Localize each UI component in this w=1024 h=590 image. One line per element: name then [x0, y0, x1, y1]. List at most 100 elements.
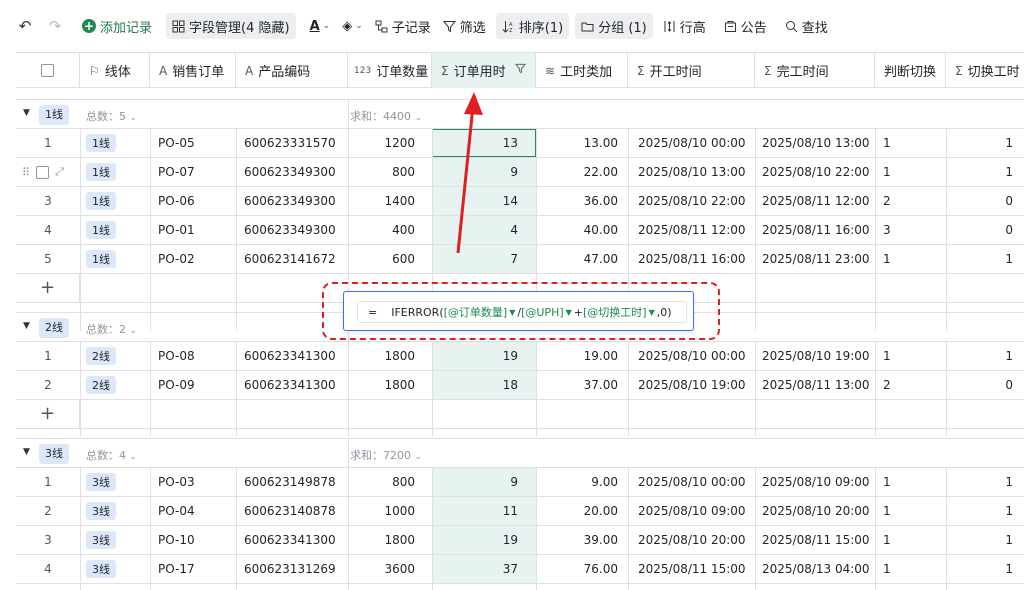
column-header-line[interactable]: ⚐ 线体 — [80, 53, 150, 88]
judge-switch-cell[interactable]: 1 — [875, 468, 946, 496]
end-time-cell[interactable]: 2025/08/11 23:00 — [755, 245, 875, 273]
add-row-button[interactable]: + — [16, 400, 1024, 429]
order-qty-cell[interactable]: 1400 — [348, 187, 432, 215]
line-cell[interactable]: 3线 — [80, 468, 150, 496]
judge-switch-cell[interactable]: 1 — [875, 129, 946, 157]
order-time-cell[interactable]: 9 — [432, 468, 536, 496]
group-count[interactable]: 总数：5 ⌄ — [86, 108, 137, 124]
start-time-cell[interactable]: 2025/08/10 13:00 — [628, 158, 755, 186]
order-qty-cell[interactable]: 600 — [348, 245, 432, 273]
add-record-button[interactable]: + 添加记录 — [76, 13, 158, 39]
drag-handle-icon[interactable]: ⠿ — [22, 166, 30, 179]
end-time-cell[interactable]: 2025/08/10 22:00 — [755, 158, 875, 186]
order-time-cell[interactable]: 19 — [432, 526, 536, 554]
order-qty-cell[interactable]: 400 — [348, 216, 432, 244]
row-checkbox[interactable] — [36, 165, 50, 179]
column-header-order-qty[interactable]: 123 订单数量 — [348, 53, 432, 88]
order-qty-cell[interactable]: 3600 — [348, 555, 432, 583]
order-qty-cell[interactable]: 1800 — [348, 526, 432, 554]
sub-record-button[interactable]: 子记录 — [369, 13, 437, 39]
column-header-order-time[interactable]: Σ 订单用时 — [432, 53, 536, 88]
product-code-cell[interactable]: 600623149878 — [236, 468, 348, 496]
collapse-toggle-icon[interactable]: ▼ — [23, 108, 30, 118]
table-row[interactable]: 1 3线 PO-03 600623149878 800 9 9.00 2025/08/10 0… — [16, 468, 1024, 497]
sales-order-cell[interactable]: PO-10 — [150, 526, 236, 554]
end-time-cell[interactable]: 2025/08/11 16:00 — [755, 216, 875, 244]
judge-switch-cell[interactable]: 1 — [875, 158, 946, 186]
group-header[interactable]: ▼ 1线 总数：5 ⌄ 求和：4400 ⌄ — [16, 99, 1024, 129]
judge-switch-cell[interactable]: 1 — [875, 555, 946, 583]
table-row[interactable]: 1 1线 PO-05 600623331570 1200 13 13.00 2025/08/1… — [16, 129, 1024, 158]
start-time-cell[interactable]: 2025/08/10 09:00 — [628, 497, 755, 525]
end-time-cell[interactable]: 2025/08/10 13:00 — [755, 129, 875, 157]
end-time-cell[interactable]: 2025/08/10 19:00 — [755, 342, 875, 370]
undo-icon[interactable]: ↶ — [10, 13, 40, 39]
column-header-judge-switch[interactable]: 判断切换 — [875, 53, 946, 88]
sales-order-cell[interactable]: PO-02 — [150, 245, 236, 273]
switch-hours-cell[interactable]: 1 — [946, 526, 1024, 554]
switch-hours-cell[interactable]: 1 — [946, 245, 1024, 273]
switch-hours-cell[interactable]: 0 — [946, 371, 1024, 399]
order-qty-cell[interactable]: 1800 — [348, 371, 432, 399]
row-controls[interactable]: ⠿ ⤢ — [16, 158, 80, 186]
start-time-cell[interactable]: 2025/08/10 00:00 — [628, 129, 755, 157]
switch-hours-cell[interactable]: 1 — [946, 497, 1024, 525]
line-cell[interactable]: 1线 — [80, 129, 150, 157]
table-row[interactable]: 2 3线 PO-04 600623140878 1000 11 20.00 2025/08/1… — [16, 497, 1024, 526]
sales-order-cell[interactable]: PO-03 — [150, 468, 236, 496]
table-row[interactable]: 2 2线 PO-09 600623341300 1800 18 37.00 2025/08/1… — [16, 371, 1024, 400]
switch-hours-cell[interactable]: 1 — [946, 129, 1024, 157]
line-cell[interactable]: 3线 — [80, 555, 150, 583]
table-row[interactable]: 1 2线 PO-08 600623341300 1800 19 19.00 2025/08/1… — [16, 342, 1024, 371]
line-cell[interactable]: 3线 — [80, 497, 150, 525]
order-qty-cell[interactable]: 1000 — [348, 497, 432, 525]
filter-icon[interactable] — [514, 63, 526, 78]
chevron-down-icon[interactable]: ▼ — [566, 308, 572, 317]
product-code-cell[interactable]: 600623140878 — [236, 497, 348, 525]
product-code-cell[interactable]: 600623131269 — [236, 555, 348, 583]
judge-switch-cell[interactable]: 1 — [875, 526, 946, 554]
sales-order-cell[interactable]: PO-17 — [150, 555, 236, 583]
switch-hours-cell[interactable]: 1 — [946, 342, 1024, 370]
sales-order-cell[interactable]: PO-09 — [150, 371, 236, 399]
end-time-cell[interactable]: 2025/08/10 20:00 — [755, 497, 875, 525]
line-cell[interactable]: 2线 — [80, 342, 150, 370]
chevron-down-icon[interactable]: ▼ — [509, 308, 515, 317]
hours-add-cell[interactable]: 36.00 — [536, 187, 628, 215]
order-qty-cell[interactable]: 1800 — [348, 342, 432, 370]
column-header-sales-order[interactable]: A 销售订单 — [150, 53, 236, 88]
group-sum[interactable]: 求和：7200 ⌄ — [350, 447, 422, 463]
group-count[interactable]: 总数：2 ⌄ — [86, 321, 137, 337]
product-code-cell[interactable]: 600623141672 — [236, 245, 348, 273]
hours-add-cell[interactable]: 13.00 — [536, 129, 628, 157]
line-cell[interactable]: 3线 — [80, 526, 150, 554]
formula-input[interactable]: = IFERROR( [@订单数量] ▼ / [@UPH] ▼ + [@切换工时] ▼… — [357, 301, 687, 323]
end-time-cell[interactable]: 2025/08/13 04:00 — [755, 555, 875, 583]
order-qty-cell[interactable]: 800 — [348, 468, 432, 496]
table-row[interactable]: ⠿ ⤢ 1线 PO-07 600623349300 800 9 22.00 2025/08/10… — [16, 158, 1024, 187]
product-code-cell[interactable]: 600623349300 — [236, 216, 348, 244]
group-sum[interactable]: 求和：4400 ⌄ — [350, 108, 422, 124]
line-cell[interactable]: 2线 — [80, 371, 150, 399]
judge-switch-cell[interactable]: 1 — [875, 245, 946, 273]
sales-order-cell[interactable]: PO-05 — [150, 129, 236, 157]
table-row[interactable]: 5 1线 PO-02 600623141672 600 7 47.00 2025/08/11 … — [16, 245, 1024, 274]
start-time-cell[interactable]: 2025/08/10 00:00 — [628, 342, 755, 370]
start-time-cell[interactable]: 2025/08/11 12:00 — [628, 216, 755, 244]
switch-hours-cell[interactable]: 1 — [946, 555, 1024, 583]
sales-order-cell[interactable]: PO-07 — [150, 158, 236, 186]
table-row[interactable]: 3 1线 PO-06 600623349300 1400 14 36.00 2025/08/1… — [16, 187, 1024, 216]
formula-ref-switch-hours[interactable]: [@切换工时] — [583, 304, 647, 320]
formula-ref-order-qty[interactable]: [@订单数量] — [444, 304, 508, 320]
switch-hours-cell[interactable]: 1 — [946, 158, 1024, 186]
field-manage-button[interactable]: 字段管理(4 隐藏) — [166, 13, 296, 39]
hours-add-cell[interactable]: 40.00 — [536, 216, 628, 244]
formula-editor[interactable]: = IFERROR( [@订单数量] ▼ / [@UPH] ▼ + [@切换工时] ▼… — [343, 291, 694, 331]
column-header-product-code[interactable]: A 产品编码 — [236, 53, 348, 88]
hours-add-cell[interactable]: 47.00 — [536, 245, 628, 273]
line-cell[interactable]: 1线 — [80, 158, 150, 186]
sales-order-cell[interactable]: PO-04 — [150, 497, 236, 525]
start-time-cell[interactable]: 2025/08/10 20:00 — [628, 526, 755, 554]
fill-color-button[interactable]: ◈ ⌄ — [336, 13, 369, 39]
judge-switch-cell[interactable]: 2 — [875, 187, 946, 215]
